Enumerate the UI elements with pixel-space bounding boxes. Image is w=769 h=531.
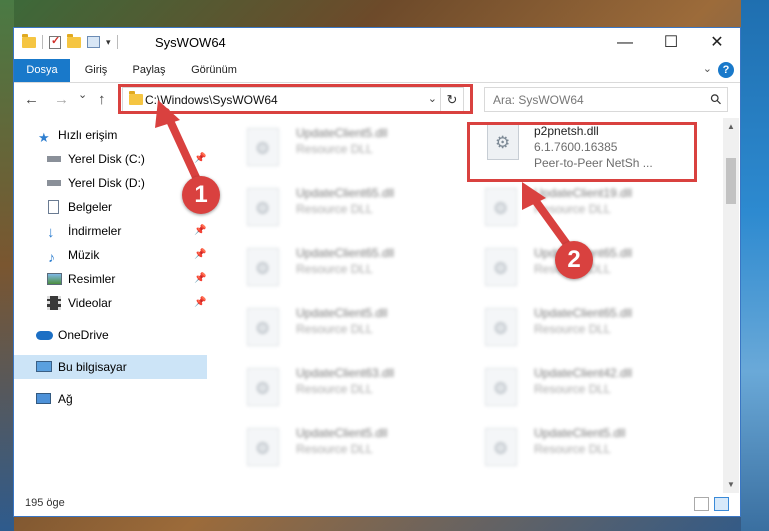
- callout-1: 1: [182, 176, 220, 214]
- annotation-arrows: [155, 100, 578, 258]
- arrow-1-shaft: [162, 108, 204, 190]
- callout-2: 2: [555, 241, 593, 279]
- arrow-1-head: [155, 100, 180, 128]
